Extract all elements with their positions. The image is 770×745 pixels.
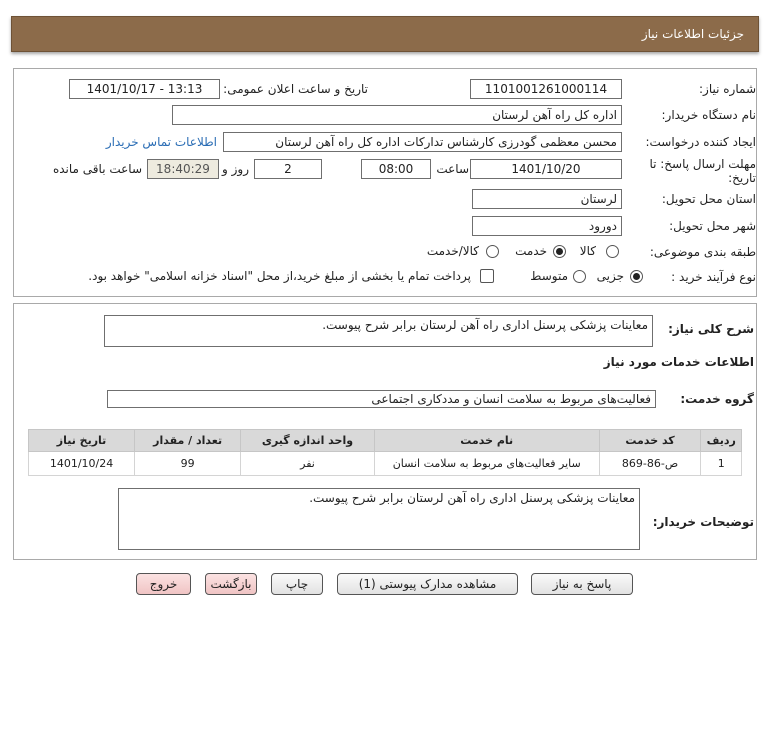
service-group-label: گروه خدمت: (680, 392, 754, 406)
process-radio-minor[interactable] (630, 270, 643, 283)
col-header-service-name: نام خدمت (373, 429, 600, 452)
process-label: نوع فرآیند خرید : (671, 270, 756, 284)
buyer-notes-label: توضیحات خریدار: (652, 515, 754, 529)
cell-unit: نفر (240, 451, 375, 476)
process-option-medium: متوسط (530, 269, 568, 283)
exit-button[interactable]: خروج (136, 573, 191, 595)
col-header-need-date: تاریخ نیاز (27, 429, 136, 452)
description-field: معاینات پزشکی پرسنل اداری راه آهن لرستان… (104, 315, 653, 347)
cell-service-code: ص-86-869 (598, 451, 702, 476)
treasury-payment-note: پرداخت تمام یا بخشی از مبلغ خرید،از محل … (88, 269, 471, 283)
col-header-unit: واحد اندازه گیری (240, 429, 375, 452)
category-option-goods: کالا (579, 244, 596, 258)
buyer-contact-link[interactable]: اطلاعات تماس خریدار (106, 135, 217, 149)
need-number-label: شماره نیاز: (699, 82, 756, 96)
deadline-time-field: 08:00 (361, 159, 431, 179)
col-header-row-number: ردیف (700, 429, 742, 452)
service-group-field: فعالیت‌های مربوط به سلامت انسان و مددکار… (107, 390, 656, 408)
category-radio-service[interactable] (553, 245, 566, 258)
category-radio-goods[interactable] (606, 245, 619, 258)
announce-field: 1401/10/17 - 13:13 (69, 79, 220, 99)
need-info-panel (13, 68, 757, 297)
creator-label: ایجاد کننده درخواست: (645, 135, 756, 149)
table-header-row: ردیف کد خدمت نام خدمت واحد اندازه گیری ت… (27, 429, 742, 452)
creator-field: محسن معظمی گودرزی کارشناس تدارکات اداره … (223, 132, 622, 152)
process-radio-medium[interactable] (573, 270, 586, 283)
col-header-service-code: کد خدمت (598, 429, 702, 452)
announce-label: تاریخ و ساعت اعلان عمومی: (223, 82, 368, 96)
cell-row-number: 1 (700, 451, 742, 476)
city-field: دورود (472, 216, 622, 236)
need-number-field: 1101001261000114 (470, 79, 622, 99)
table-row: 1 ص-86-869 سایر فعالیت‌های مربوط به سلام… (27, 451, 742, 476)
province-field: لرستان (472, 189, 622, 209)
category-option-service: خدمت (515, 244, 547, 258)
description-label: شرح کلی نیاز: (668, 322, 754, 336)
page-header: جزئیات اطلاعات نیاز (11, 16, 759, 52)
days-label: روز و (222, 162, 249, 176)
print-button[interactable]: چاپ (271, 573, 323, 595)
back-button[interactable]: بازگشت (205, 573, 257, 595)
category-radio-goods-service[interactable] (486, 245, 499, 258)
deadline-label: مهلت ارسال پاسخ: تا تاریخ: (649, 157, 756, 185)
cell-service-name: سایر فعالیت‌های مربوط به سلامت انسان (373, 451, 600, 476)
cell-quantity: 99 (134, 451, 242, 476)
page-title: جزئیات اطلاعات نیاز (641, 27, 744, 41)
cell-need-date: 1401/10/24 (27, 451, 136, 476)
view-attachments-button[interactable]: مشاهده مدارک پیوستی (1) (337, 573, 518, 595)
province-label: استان محل تحویل: (661, 192, 756, 206)
services-table: ردیف کد خدمت نام خدمت واحد اندازه گیری ت… (27, 429, 742, 476)
remaining-label: ساعت باقی مانده (52, 162, 142, 176)
days-field: 2 (254, 159, 322, 179)
remaining-time-field: 18:40:29 (147, 159, 219, 179)
buyer-notes-field: معاینات پزشکی پرسنل اداری راه آهن لرستان… (118, 488, 640, 550)
reply-button[interactable]: پاسخ به نیاز (531, 573, 633, 595)
col-header-quantity: تعداد / مقدار (134, 429, 242, 452)
category-label: طبقه بندی موضوعی: (649, 245, 756, 259)
city-label: شهر محل تحویل: (669, 219, 756, 233)
services-title: اطلاعات خدمات مورد نیاز (603, 355, 754, 369)
time-label: ساعت (436, 162, 469, 176)
deadline-date-field: 1401/10/20 (470, 159, 622, 179)
buyer-org-field: اداره کل راه آهن لرستان (172, 105, 622, 125)
buyer-org-label: نام دستگاه خریدار: (661, 108, 757, 122)
treasury-payment-checkbox[interactable] (480, 269, 494, 283)
category-option-goods-service: کالا/خدمت (426, 244, 479, 258)
process-option-minor: جزیی (596, 269, 624, 283)
